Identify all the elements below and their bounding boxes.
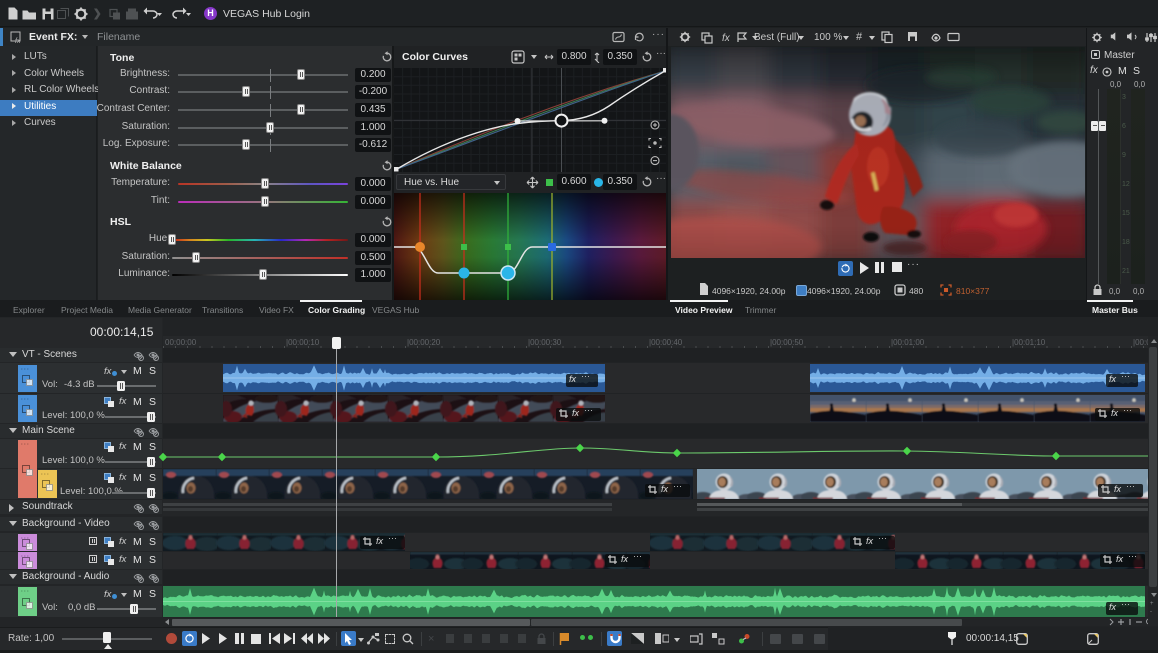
svg-text:fx: fx — [15, 38, 21, 44]
svg-text:fx: fx — [722, 33, 731, 44]
